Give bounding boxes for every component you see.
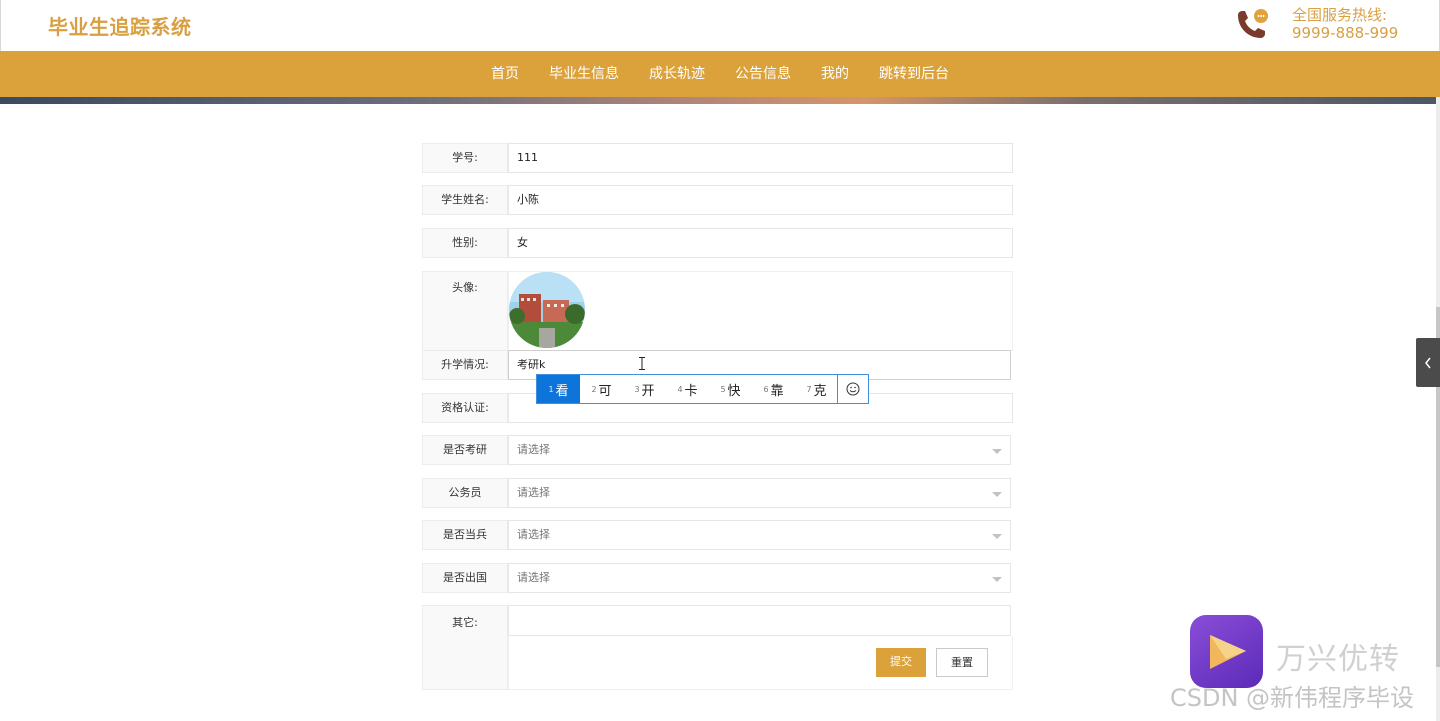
student-name-label: 学生姓名: <box>422 185 508 215</box>
chevron-down-icon <box>992 492 1002 497</box>
nav-admin[interactable]: 跳转到后台 <box>864 51 964 97</box>
nav-graduate-info[interactable]: 毕业生信息 <box>534 51 634 97</box>
watermark-app-name: 万兴优转 <box>1276 642 1400 677</box>
postgrad-select[interactable]: 请选择 <box>508 435 1011 465</box>
hotline-number: 9999-888-999 <box>1292 24 1399 42</box>
phone-chat-icon <box>1238 9 1268 38</box>
i-beam-cursor-icon <box>639 357 645 370</box>
chevron-left-icon <box>1425 357 1431 368</box>
student-name-input[interactable]: 小陈 <box>508 185 1013 215</box>
row-student-id: 学号: 111 <box>422 143 1013 173</box>
nav-home[interactable]: 首页 <box>476 51 534 97</box>
hotline-label: 全国服务热线: <box>1292 6 1388 24</box>
banner-image <box>0 97 1440 104</box>
hotline-info: 全国服务热线: 9999-888-999 <box>1292 6 1398 42</box>
chevron-down-icon <box>992 449 1002 454</box>
civil-servant-placeholder: 请选择 <box>517 486 550 499</box>
chevron-down-icon <box>992 577 1002 582</box>
civil-servant-label: 公务员 <box>422 478 508 508</box>
ime-candidate-bar: 1看 2可 3开 4卡 5快 6靠 7克 <box>536 374 869 404</box>
postgrad-label: 是否考研 <box>422 435 508 465</box>
soldier-placeholder: 请选择 <box>517 528 550 541</box>
row-soldier: 是否当兵 请选择 <box>422 520 1013 550</box>
further-study-label: 升学情况: <box>422 350 508 380</box>
main-nav: 首页 毕业生信息 成长轨迹 公告信息 我的 跳转到后台 <box>0 51 1440 97</box>
ime-candidate[interactable]: 6靠 <box>752 375 795 403</box>
ime-candidate[interactable]: 1看 <box>537 375 580 403</box>
soldier-select[interactable]: 请选择 <box>508 520 1011 550</box>
ime-candidate[interactable]: 4卡 <box>666 375 709 403</box>
avatar-label: 头像: <box>422 271 508 351</box>
chevron-down-icon <box>992 534 1002 539</box>
top-header: 毕业生追踪系统 全国服务热线: 9999-888-999 <box>0 0 1440 51</box>
ime-candidate[interactable]: 2可 <box>580 375 623 403</box>
reset-button[interactable]: 重置 <box>936 648 988 677</box>
row-abroad: 是否出国 请选择 <box>422 563 1013 593</box>
gender-label: 性别: <box>422 228 508 258</box>
ime-candidate[interactable]: 7克 <box>795 375 838 403</box>
avatar[interactable] <box>509 272 585 348</box>
ime-candidate[interactable]: 3开 <box>623 375 666 403</box>
other-label: 其它: <box>422 605 508 690</box>
side-panel-toggle[interactable] <box>1416 338 1440 387</box>
nav-announcements[interactable]: 公告信息 <box>720 51 806 97</box>
row-avatar: 头像: <box>422 271 1013 351</box>
student-id-label: 学号: <box>422 143 508 173</box>
watermark-csdn: CSDN @新伟程序毕设 <box>1170 684 1415 712</box>
row-student-name: 学生姓名: 小陈 <box>422 185 1013 215</box>
nav-growth-track[interactable]: 成长轨迹 <box>634 51 720 97</box>
nav-mine[interactable]: 我的 <box>806 51 864 97</box>
qualification-label: 资格认证: <box>422 393 508 423</box>
civil-servant-select[interactable]: 请选择 <box>508 478 1011 508</box>
student-id-input[interactable]: 111 <box>508 143 1013 173</box>
soldier-label: 是否当兵 <box>422 520 508 550</box>
site-logo[interactable]: 毕业生追踪系统 <box>48 11 192 40</box>
submit-button[interactable]: 提交 <box>876 648 926 677</box>
smiley-icon[interactable] <box>837 375 868 403</box>
abroad-select[interactable]: 请选择 <box>508 563 1011 593</box>
row-gender: 性别: 女 <box>422 228 1013 258</box>
gender-input[interactable]: 女 <box>508 228 1013 258</box>
page-scrollbar[interactable] <box>1436 97 1440 721</box>
abroad-placeholder: 请选择 <box>517 571 550 584</box>
postgrad-placeholder: 请选择 <box>517 443 550 456</box>
ime-candidate[interactable]: 5快 <box>709 375 752 403</box>
row-postgrad: 是否考研 请选择 <box>422 435 1013 465</box>
abroad-label: 是否出国 <box>422 563 508 593</box>
row-civil-servant: 公务员 请选择 <box>422 478 1013 508</box>
other-input[interactable] <box>508 605 1011 636</box>
